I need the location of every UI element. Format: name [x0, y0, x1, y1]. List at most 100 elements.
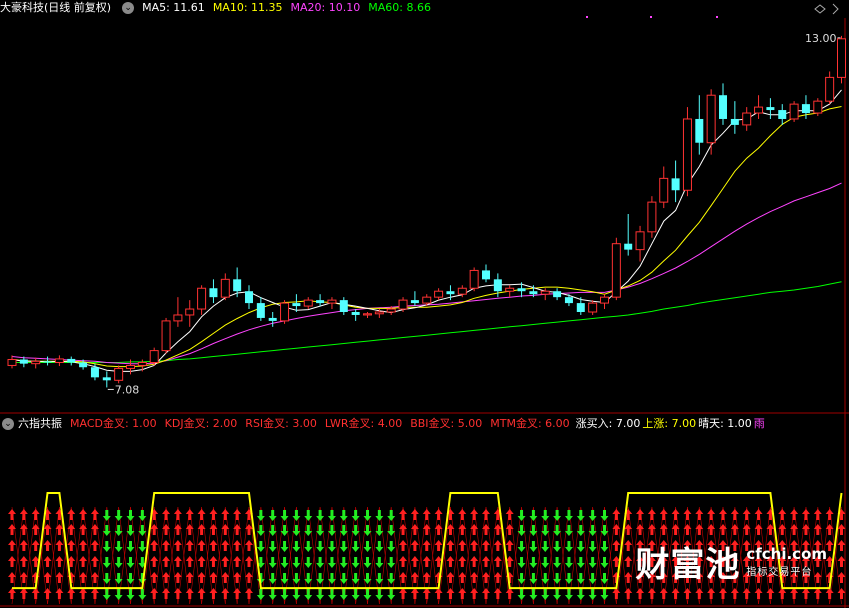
candle-body-down: [624, 243, 633, 250]
candle: [54, 355, 64, 367]
candle-body-up: [742, 112, 752, 126]
arrow-down-icon: [564, 541, 573, 552]
candle-body-down: [410, 300, 419, 304]
candle: [173, 297, 183, 327]
arrow-up-icon: [422, 556, 431, 567]
arrow-up-icon: [233, 540, 242, 551]
arrow-down-icon: [268, 510, 277, 521]
settings-diamond-icon: [814, 4, 826, 14]
arrow-up-icon: [470, 509, 479, 520]
candle-body-up: [126, 364, 135, 369]
arrow-down-icon: [327, 541, 336, 552]
candle-body-up: [659, 177, 669, 203]
arrow-up-icon: [162, 540, 171, 551]
arrow-down-icon: [304, 541, 313, 552]
arrow-down-icon: [327, 510, 336, 521]
arrow-down-icon: [316, 589, 325, 600]
arrow-down-icon: [268, 541, 277, 552]
candle-body-down: [316, 300, 325, 304]
arrow-down-icon: [375, 510, 384, 521]
arrow-up-icon: [19, 556, 28, 567]
arrow-down-icon: [588, 510, 597, 521]
candle: [695, 95, 704, 155]
candle: [245, 285, 253, 310]
candle: [825, 71, 835, 105]
arrow-down-icon: [576, 541, 585, 552]
candle: [280, 300, 290, 324]
watermark-logo: 财富池 cfchi.com 指标交易平台: [635, 537, 827, 586]
arrow-down-icon: [541, 510, 550, 521]
candle-body-up: [813, 100, 823, 114]
arrow-up-icon: [671, 588, 680, 599]
candle-body-down: [292, 303, 301, 307]
arrow-down-icon: [114, 510, 123, 521]
arrow-down-icon: [102, 589, 111, 600]
arrow-up-icon: [209, 588, 218, 599]
arrow-up-icon: [825, 509, 834, 520]
candle: [505, 285, 515, 298]
candle-body-down: [102, 377, 111, 381]
arrow-up-icon: [233, 588, 242, 599]
arrow-down-icon: [280, 510, 289, 521]
candle-body-up: [197, 287, 207, 310]
candle: [719, 83, 727, 125]
arrow-down-icon: [304, 510, 313, 521]
arrow-down-icon: [268, 557, 277, 568]
arrow-up-icon: [470, 556, 479, 567]
arrow-down-icon: [114, 557, 123, 568]
arrow-up-icon: [505, 588, 514, 599]
arrow-down-icon: [541, 541, 550, 552]
candle: [789, 101, 799, 122]
arrow-up-icon: [482, 556, 490, 567]
candle-body-up: [54, 358, 64, 363]
watermark-cn: 财富池: [635, 545, 741, 585]
arrow-up-icon: [31, 540, 40, 551]
arrow-up-icon: [493, 556, 502, 567]
arrow-down-icon: [387, 541, 396, 552]
arrow-down-icon: [553, 541, 562, 552]
arrow-up-icon: [624, 540, 633, 551]
candle: [671, 160, 680, 203]
candle-body-down: [730, 118, 739, 125]
candle-body-down: [245, 291, 253, 304]
candle-body-down: [233, 279, 242, 292]
arrow-up-icon: [67, 588, 76, 599]
arrow-up-icon: [67, 509, 76, 520]
candle-body-up: [540, 290, 550, 295]
arrow-down-icon: [576, 510, 585, 521]
arrow-up-icon: [8, 588, 16, 599]
arrow-up-icon: [707, 588, 716, 599]
candle-body-down: [79, 362, 88, 368]
arrow-down-icon: [541, 557, 550, 568]
candle: [730, 101, 739, 134]
arrow-up-icon: [730, 509, 739, 520]
arrow-up-icon: [19, 509, 28, 520]
arrow-up-icon: [209, 540, 218, 551]
arrow-up-icon: [813, 588, 822, 599]
arrow-up-icon: [173, 509, 182, 520]
arrow-up-icon: [410, 509, 419, 520]
arrow-down-icon: [304, 557, 313, 568]
arrow-up-icon: [221, 509, 230, 520]
candle-body-down: [256, 303, 265, 318]
candle-body-up: [469, 269, 479, 289]
candle-body-down: [19, 359, 28, 364]
candle-body-down: [529, 291, 538, 295]
arrow-up-icon: [19, 540, 28, 551]
candle-body-down: [268, 317, 277, 321]
stock-chart[interactable]: 13.00 7.08: [0, 0, 849, 608]
arrow-down-icon: [256, 510, 265, 521]
candle-body-up: [149, 350, 159, 363]
arrow-down-icon: [553, 589, 562, 600]
candle: [398, 297, 408, 312]
candle: [31, 357, 41, 369]
arrow-down-icon: [280, 589, 289, 600]
arrow-up-icon: [185, 540, 194, 551]
candle-body-down: [801, 104, 810, 114]
arrow-up-icon: [790, 588, 799, 599]
arrow-up-icon: [813, 509, 822, 520]
candle-body-up: [185, 308, 195, 316]
arrow-up-icon: [754, 588, 763, 599]
arrow-up-icon: [647, 588, 656, 599]
candle-body-up: [825, 76, 835, 102]
